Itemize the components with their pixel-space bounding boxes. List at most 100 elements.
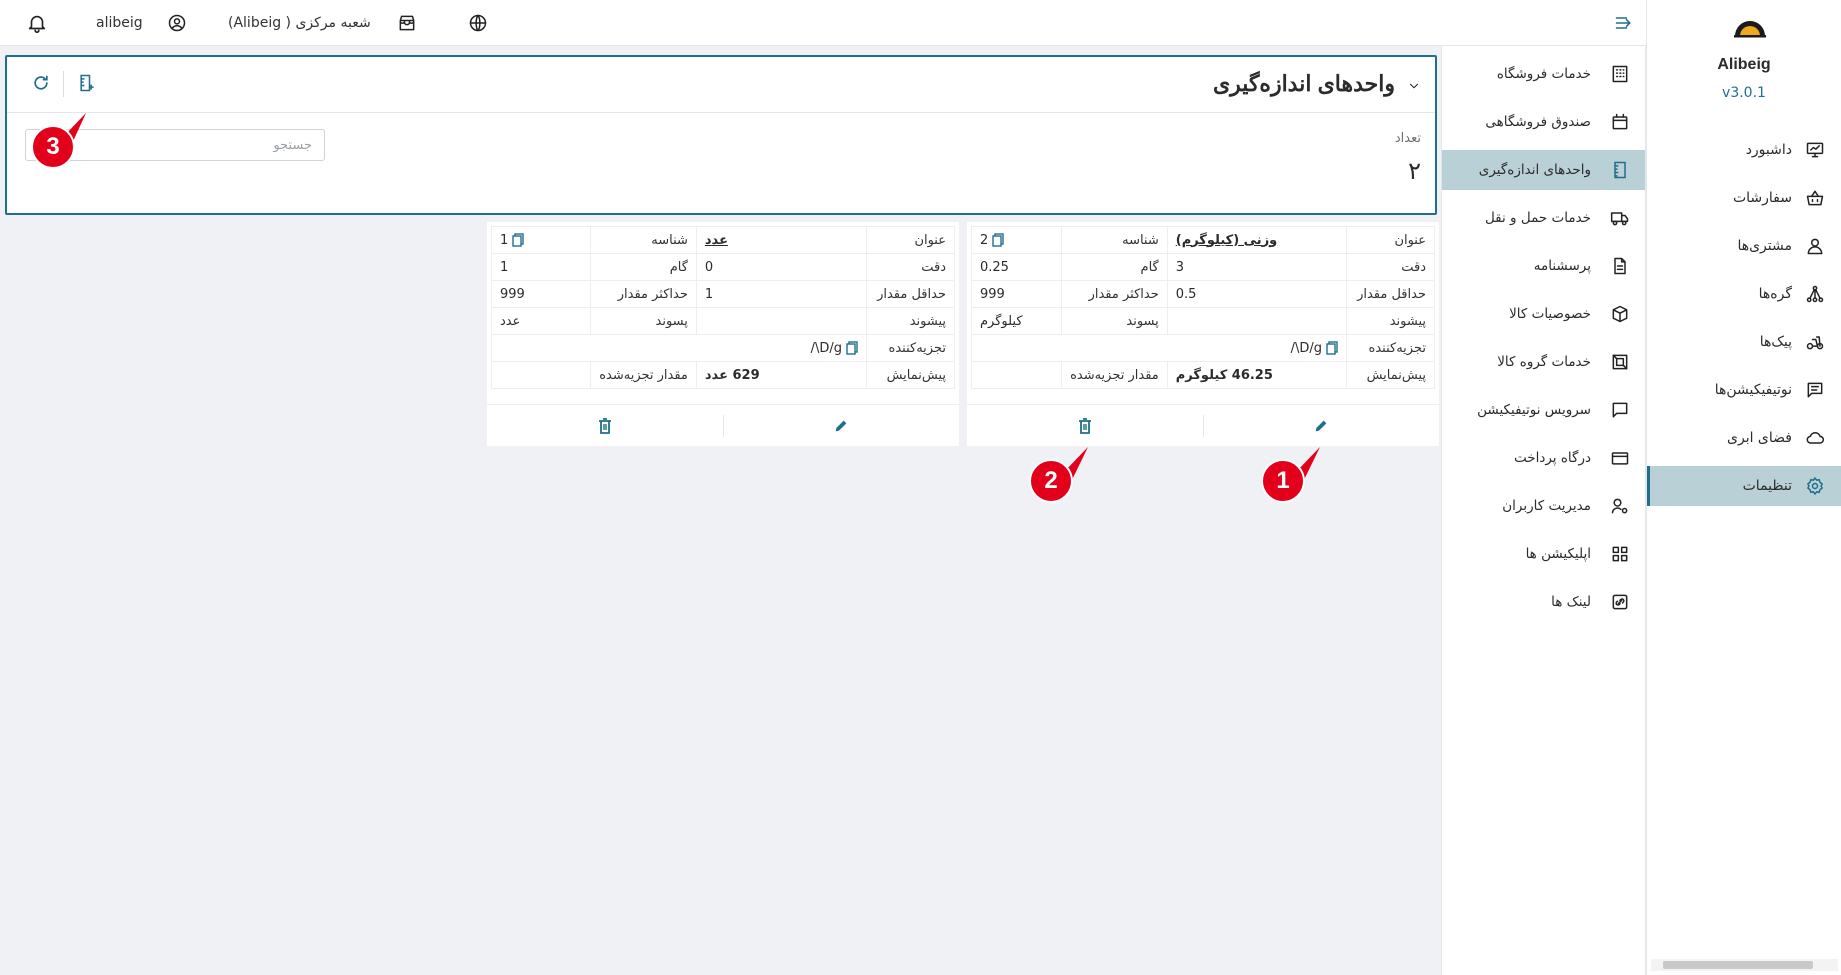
parser-label: تجزیه‌کننده [866,334,955,362]
sidebar-item-cloud[interactable]: فضای ابری [1647,418,1841,458]
parsed-label: مقدار تجزیه‌شده [1061,361,1168,389]
sidebar-item-nodes[interactable]: گره‌ها [1647,274,1841,314]
sidebar-item-customers[interactable]: مشتری‌ها [1647,226,1841,266]
trash-icon [1078,418,1092,434]
document-icon [1609,255,1631,277]
annotation-badge-1: 1 [1260,447,1320,504]
parsed-label: مقدار تجزیه‌شده [590,361,697,389]
precision-label: دقت [1346,253,1435,281]
add-unit-button[interactable] [77,73,97,93]
notifications-bell[interactable] [26,0,48,46]
submenu-item-label: صندوق فروشگاهی [1485,114,1591,130]
table-row: حداقل مقدار 0.5 حداکثر مقدار 999 [970,280,1435,308]
id-label: شناسه [590,226,697,254]
submenu-item-applications[interactable]: اپلیکیشن ها [1442,534,1645,574]
store-icon [397,13,417,33]
horizontal-scrollbar[interactable] [1651,959,1838,971]
toolbar-divider [63,71,64,97]
table-row: پیش‌نمایش 629 عدد مقدار تجزیه‌شده [490,361,955,389]
branch-selector[interactable]: شعبه مرکزی ( Alibeig) [228,0,417,46]
unit-min: 0.5 [1166,280,1348,308]
title-label: عنوان [1346,226,1435,254]
submenu-item-label: خدمات حمل و نقل [1484,210,1591,226]
sidebar-item-label: مشتری‌ها [1737,238,1792,254]
annotation-number: 2 [1044,467,1058,494]
user-menu[interactable]: alibeig [96,0,187,46]
copy-icon[interactable] [1326,341,1338,355]
refresh-button[interactable] [31,73,51,93]
pencil-icon [1313,418,1329,434]
submenu-item-label: خدمات فروشگاه [1496,66,1591,82]
edit-button[interactable] [1203,405,1439,447]
submenu-item-label: اپلیکیشن ها [1525,546,1591,562]
id-label: شناسه [1061,226,1168,254]
edit-button[interactable] [723,405,959,447]
unit-parser: /\D/g [1290,340,1322,356]
sidebar-item-label: پیک‌ها [1759,334,1792,350]
ruler-icon [1609,159,1631,181]
sidebar-item-label: تنظیمات [1742,478,1792,494]
language-switcher[interactable] [468,0,488,46]
gear-icon [1804,475,1826,497]
collapse-arrow-icon [1614,13,1634,33]
precision-label: دقت [866,253,955,281]
submenu-item-user-management[interactable]: مدیریت کاربران [1442,486,1645,526]
submenu-item-notification-service[interactable]: سرویس نوتیفیکیشن [1442,390,1645,430]
submenu-item-measurement-units[interactable]: واحدهای اندازه‌گیری [1442,150,1645,190]
units-header-panel: واحدهای اندازه‌گیری تعداد ۲ [5,55,1437,215]
user-circle-icon [167,13,187,33]
submenu-item-label: درگاه پرداخت [1513,450,1591,466]
submenu-item-questionnaire[interactable]: پرسشنامه [1442,246,1645,286]
submenu-item-store-services[interactable]: خدمات فروشگاه [1442,54,1645,94]
submenu-item-cash-register[interactable]: صندوق فروشگاهی [1442,102,1645,142]
unit-id-cell: 2 [970,226,1063,254]
sidebar-item-settings[interactable]: تنظیمات [1647,466,1841,506]
chat-icon [1609,399,1631,421]
collapse-sidebar-button[interactable] [1614,0,1634,46]
unit-card: عنوان وزنی (کیلوگرم) شناسه 2 دقت 3 گام 0… [967,222,1439,446]
copy-icon[interactable] [992,233,1004,247]
submenu-item-shipping[interactable]: خدمات حمل و نقل [1442,198,1645,238]
group-icon [1609,351,1631,373]
scrollbar-thumb[interactable] [1663,961,1813,969]
copy-icon[interactable] [512,233,524,247]
message-icon [1804,379,1826,401]
submenu-item-product-group-services[interactable]: خدمات گروه کالا [1442,342,1645,382]
unit-details-table: عنوان عدد شناسه 1 دقت 0 گام 1 حداقل مقدا… [490,226,955,389]
submenu-item-product-attributes[interactable]: خصوصیات کالا [1442,294,1645,334]
count-value: ۲ [1408,157,1421,185]
unit-max: 999 [970,280,1063,308]
sidebar-item-orders[interactable]: سفارشات [1647,178,1841,218]
card-icon [1609,447,1631,469]
table-row: پیشوند پسوند عدد [490,307,955,335]
globe-icon [468,13,488,33]
submenu-item-label: خصوصیات کالا [1509,306,1591,322]
chevron-down-icon[interactable] [1407,79,1421,93]
scooter-icon [1804,331,1826,353]
link-icon [1609,591,1631,613]
copy-icon[interactable] [846,341,858,355]
building-icon [1609,63,1631,85]
main-sidebar: Alibeig v3.0.1 داشبورد سفارشات مشتری‌ها … [1646,0,1841,975]
sidebar-item-couriers[interactable]: پیک‌ها [1647,322,1841,362]
register-icon [1609,111,1631,133]
step-label: گام [1061,253,1168,281]
unit-details-table: عنوان وزنی (کیلوگرم) شناسه 2 دقت 3 گام 0… [970,226,1435,389]
annotation-number: 1 [1276,467,1290,494]
parser-label: تجزیه‌کننده [1346,334,1435,362]
truck-icon [1609,207,1631,229]
unit-parser-cell: /\D/g [971,334,1347,362]
submenu-item-links[interactable]: لینک ها [1442,582,1645,622]
username: alibeig [96,15,143,31]
unit-suffix: کیلوگرم [970,307,1063,335]
count-label: تعداد [1394,131,1421,146]
table-row: دقت 0 گام 1 [490,253,955,281]
branch-name: شعبه مرکزی ( Alibeig) [228,15,371,31]
user-gear-icon [1609,495,1631,517]
sidebar-item-dashboard[interactable]: داشبورد [1647,130,1841,170]
delete-button[interactable] [487,405,723,447]
sidebar-item-notifications[interactable]: نوتیفیکیشن‌ها [1647,370,1841,410]
delete-button[interactable] [967,405,1203,447]
submenu-item-payment-gateway[interactable]: درگاه پرداخت [1442,438,1645,478]
table-row: پیش‌نمایش 46.25 کیلوگرم مقدار تجزیه‌شده [970,361,1435,389]
